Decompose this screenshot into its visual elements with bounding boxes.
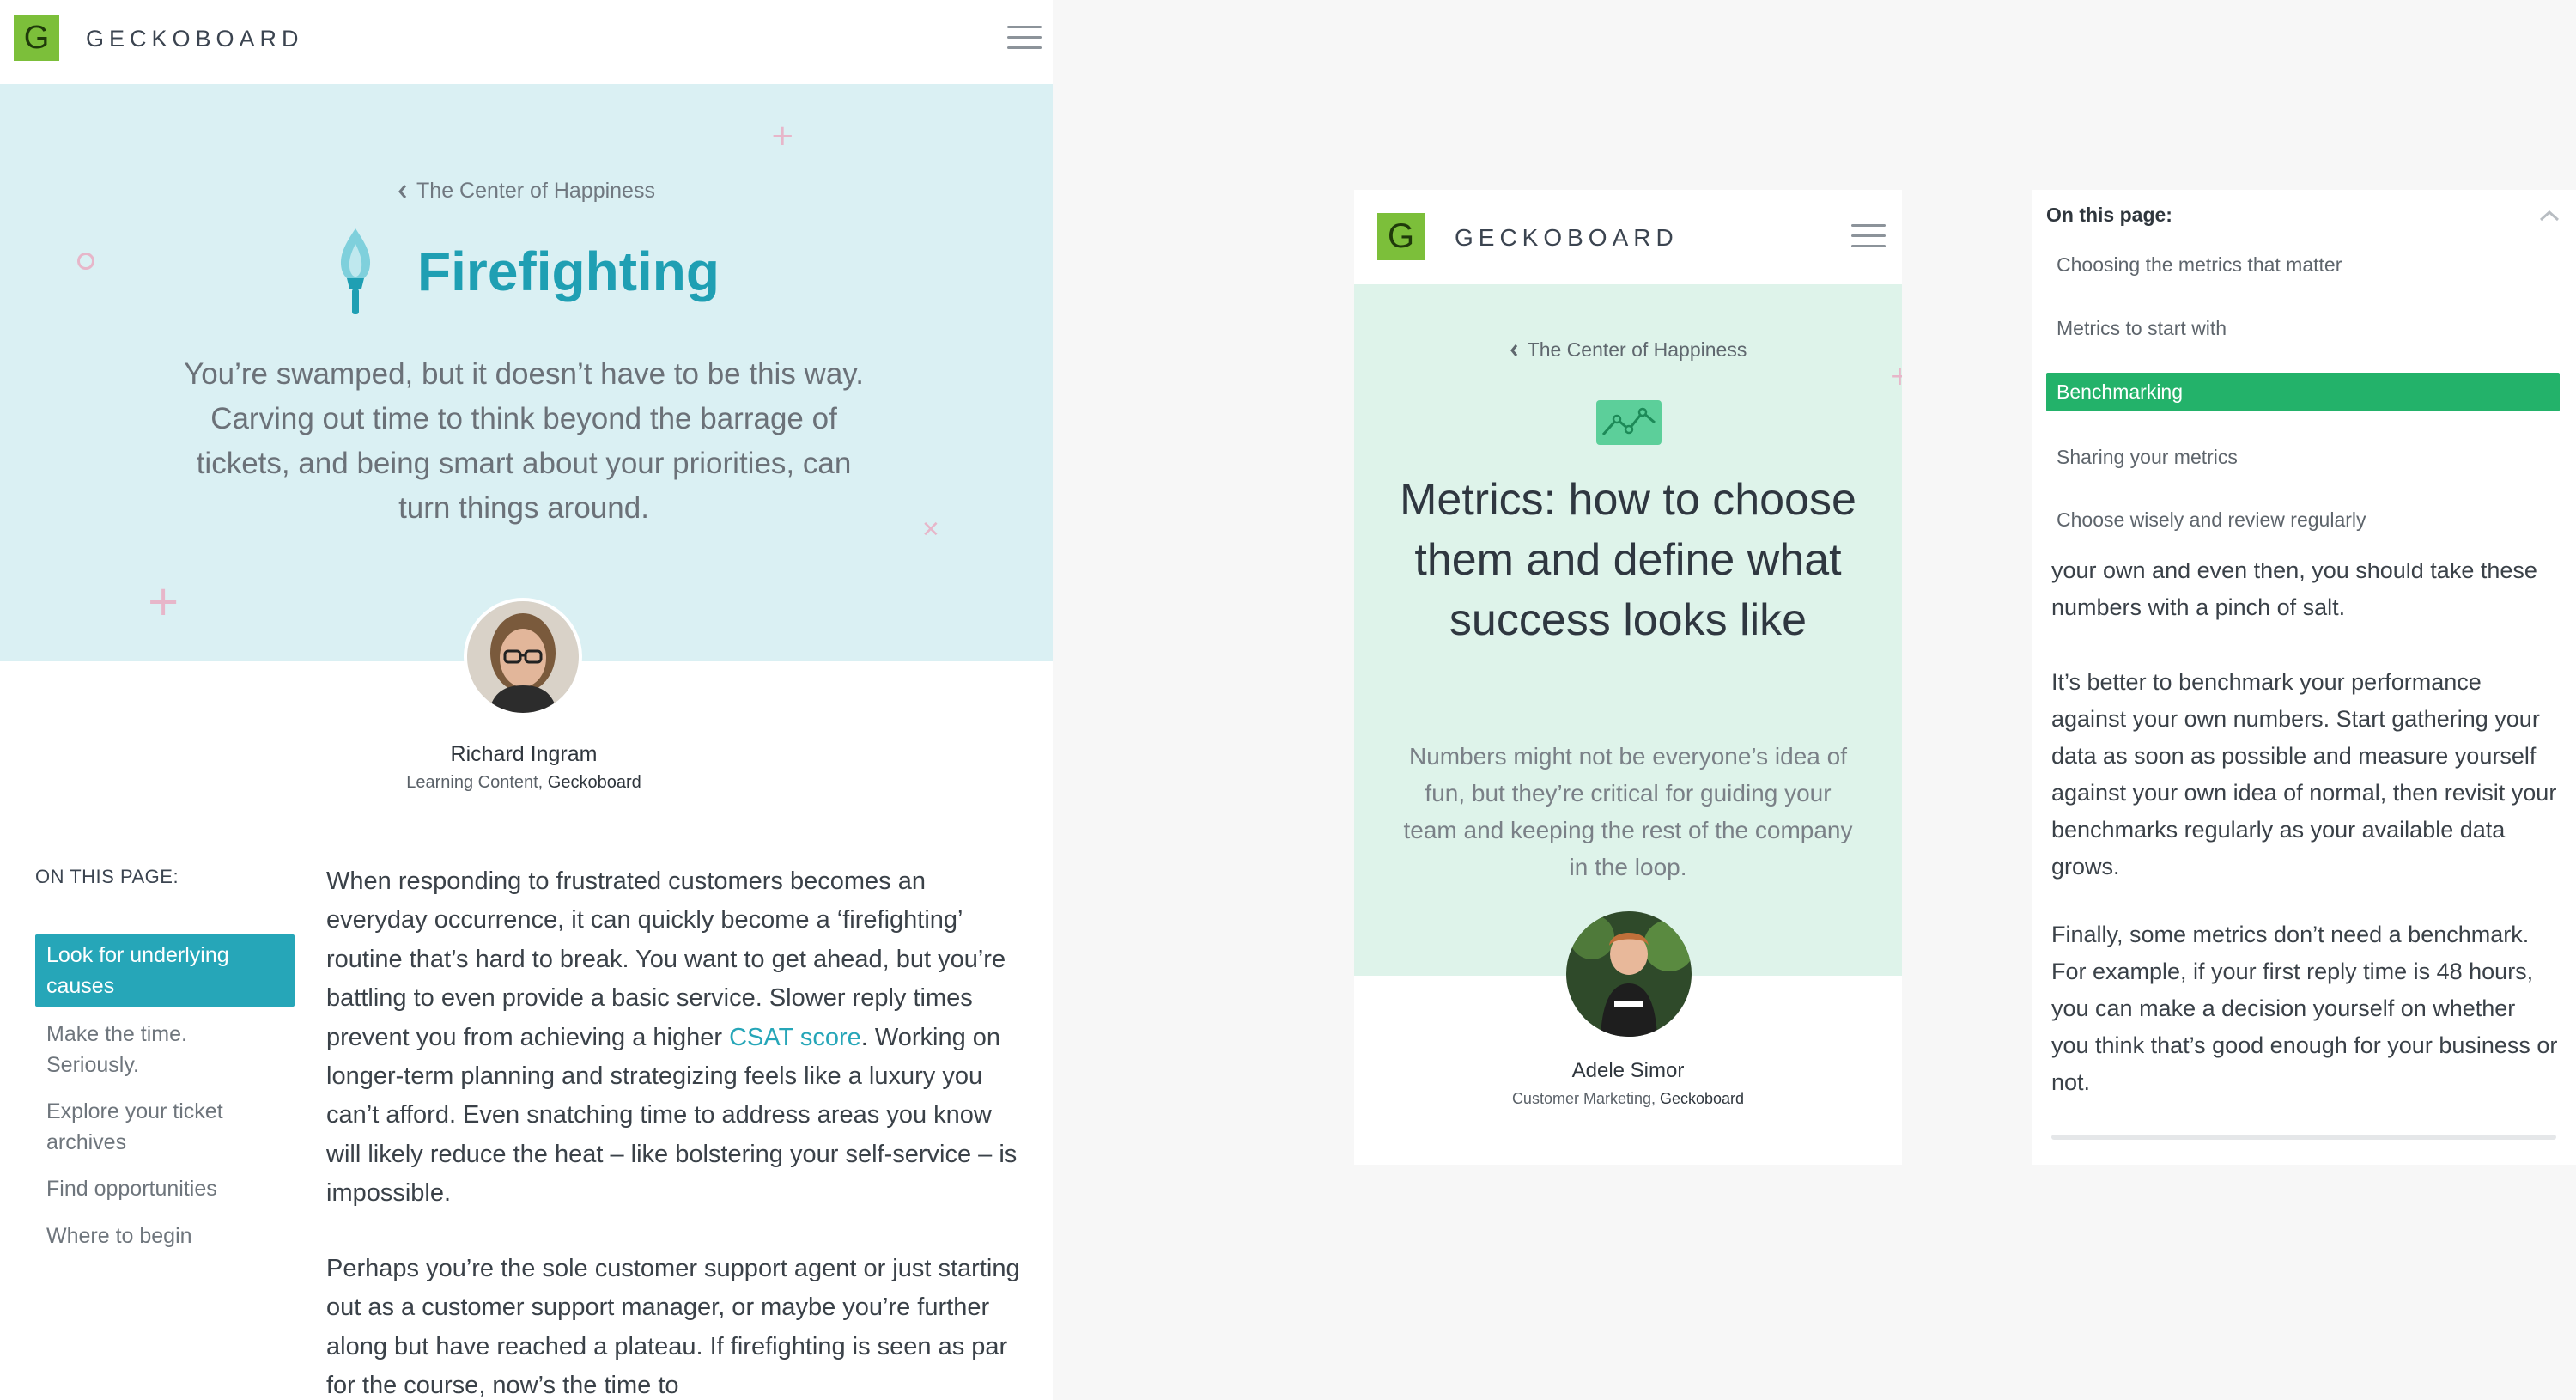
author-role-label: Customer Marketing,: [1511, 1090, 1660, 1107]
author-company: Geckoboard: [547, 773, 641, 792]
page-title: Metrics: how to choose them and define w…: [1400, 475, 1856, 645]
article-paragraph: your own and even then, you should take …: [2051, 557, 2537, 620]
toc-item-active[interactable]: Look for underlying causes: [35, 934, 295, 1007]
toc-item[interactable]: Choose wisely and review regularly: [2057, 508, 2366, 532]
toc-heading: ON THIS PAGE:: [35, 866, 179, 887]
toc-heading: On this page:: [2046, 204, 2172, 226]
article-paragraph: Perhaps you’re the sole customer support…: [326, 1255, 1020, 1400]
page-lede: You’re swamped, but it doesn’t have to b…: [184, 357, 864, 525]
breadcrumb[interactable]: The Center of Happiness: [1354, 338, 1902, 362]
page-title: Firefighting: [417, 240, 720, 302]
brand-name[interactable]: GECKOBOARD: [86, 26, 304, 52]
chevron-up-icon[interactable]: [2538, 209, 2561, 222]
article-paragraph: It’s better to benchmark your performanc…: [2051, 669, 2557, 880]
logo-letter: G: [1387, 217, 1415, 255]
page-lede: Numbers might not be everyone’s idea of …: [1403, 743, 1853, 880]
toc-item[interactable]: Explore your ticket archives: [46, 1096, 270, 1158]
logo-letter: G: [23, 20, 50, 56]
toc-item[interactable]: Sharing your metrics: [2057, 446, 2238, 469]
table-of-contents-dropdown: On this page: Choosing the metrics that …: [2032, 190, 2576, 563]
article-paragraph: When responding to frustrated customers …: [326, 862, 1022, 1214]
author-avatar: [1566, 911, 1692, 1037]
top-navigation-bar: G GECKOBOARD: [1354, 190, 1902, 284]
toc-item[interactable]: Choosing the metrics that matter: [2057, 253, 2342, 277]
torch-icon: [340, 228, 371, 314]
toc-item[interactable]: Where to begin: [46, 1220, 270, 1251]
geckoboard-logo[interactable]: G: [1377, 213, 1425, 260]
brand-name[interactable]: GECKOBOARD: [1455, 224, 1679, 252]
chevron-left-icon: [1510, 344, 1517, 356]
breadcrumb-link[interactable]: The Center of Happiness: [416, 179, 655, 204]
plus-decoration-icon: +: [146, 577, 181, 625]
plus-decoration-icon: +: [1889, 362, 1902, 392]
top-navigation-bar: G GECKOBOARD: [0, 0, 1053, 84]
toc-item[interactable]: Find opportunities: [46, 1173, 270, 1204]
csat-score-link[interactable]: CSAT score: [729, 1024, 861, 1051]
geckoboard-logo[interactable]: G: [14, 15, 59, 61]
horizontal-scrollbar[interactable]: [2051, 1135, 2556, 1140]
author-avatar: [464, 598, 582, 716]
toc-item[interactable]: Metrics to start with: [2057, 317, 2227, 340]
page-title-row: Firefighting: [0, 225, 1053, 318]
toc-item-active[interactable]: Benchmarking: [2046, 373, 2560, 411]
toc-item[interactable]: Make the time. Seriously.: [46, 1019, 270, 1080]
author-role: Learning Content, Geckoboard: [309, 773, 738, 793]
article-paragraph: Finally, some metrics don’t need a bench…: [2051, 922, 2558, 1095]
hamburger-menu-icon[interactable]: [1007, 26, 1042, 49]
metrics-page-panel: G GECKOBOARD + The Center of Happiness M…: [1354, 190, 1902, 1165]
author-role-label: Learning Content,: [406, 773, 548, 792]
author-name: Richard Ingram: [450, 742, 598, 766]
author-company: Geckoboard: [1660, 1090, 1745, 1107]
firefighting-page-panel: G GECKOBOARD + + ✕ The Center of Happine…: [0, 0, 1053, 1400]
chevron-left-icon: [398, 184, 407, 198]
line-chart-icon: [1596, 400, 1662, 445]
breadcrumb-link[interactable]: The Center of Happiness: [1528, 338, 1747, 362]
metrics-toc-panel: your own and even then, you should take …: [2032, 190, 2576, 1165]
breadcrumb[interactable]: The Center of Happiness: [0, 179, 1053, 204]
plus-decoration-icon: +: [770, 119, 795, 153]
author-name: Adele Simor: [1571, 1059, 1685, 1082]
author-role: Customer Marketing, Geckoboard: [1413, 1090, 1843, 1108]
hamburger-menu-icon[interactable]: [1851, 224, 1886, 247]
sparkle-decoration-icon: ✕: [921, 517, 940, 543]
